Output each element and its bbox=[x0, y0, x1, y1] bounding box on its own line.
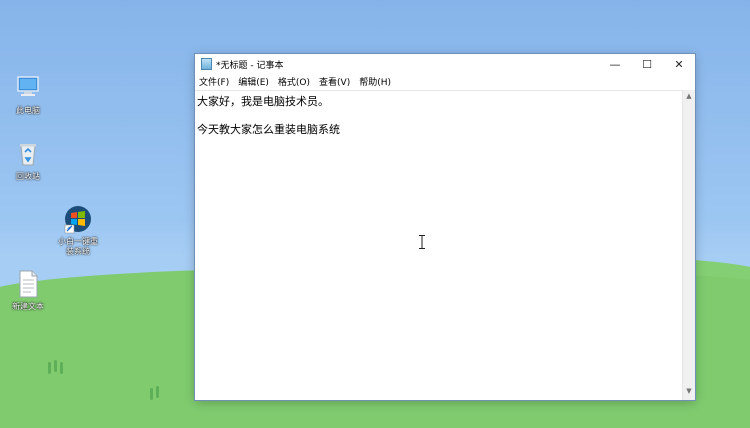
text-editor[interactable]: 大家好，我是电脑技术员。 今天教大家怎么重装电脑系统 bbox=[195, 90, 683, 401]
menu-help[interactable]: 帮助(H) bbox=[359, 75, 391, 88]
installer-icon bbox=[62, 203, 94, 235]
scroll-up-icon[interactable]: ▲ bbox=[683, 92, 695, 100]
desktop-icon-label: 小白一键重装系统 bbox=[58, 237, 98, 256]
text-line: 大家好，我是电脑技术员。 bbox=[197, 95, 329, 108]
close-button[interactable]: ✕ bbox=[663, 54, 695, 74]
notepad-icon bbox=[201, 58, 212, 70]
grass-tuft bbox=[150, 388, 153, 400]
notepad-window[interactable]: *无标题 - 记事本 — ☐ ✕ 文件(F) 编辑(E) 格式(O) 查看(V)… bbox=[195, 54, 695, 400]
title-bar[interactable]: *无标题 - 记事本 — ☐ ✕ bbox=[195, 54, 695, 74]
minimize-button[interactable]: — bbox=[599, 54, 631, 74]
recycle-bin-icon bbox=[12, 138, 44, 170]
text-cursor-icon bbox=[419, 235, 425, 249]
grass-tuft bbox=[60, 362, 63, 374]
grass-tuft bbox=[54, 360, 57, 372]
grass-tuft bbox=[48, 362, 51, 374]
menu-format[interactable]: 格式(O) bbox=[278, 75, 310, 88]
computer-icon bbox=[12, 72, 44, 104]
desktop-icon-label: 新建文本 bbox=[12, 302, 44, 311]
window-title: *无标题 - 记事本 bbox=[216, 60, 284, 71]
window-controls: — ☐ ✕ bbox=[599, 54, 695, 74]
menu-bar: 文件(F) 编辑(E) 格式(O) 查看(V) 帮助(H) bbox=[195, 74, 695, 89]
menu-file[interactable]: 文件(F) bbox=[199, 75, 229, 88]
desktop-icon-this-pc[interactable]: 此电脑 bbox=[0, 72, 56, 116]
grass-tuft bbox=[156, 386, 159, 398]
scroll-down-icon[interactable]: ▼ bbox=[683, 387, 695, 395]
desktop-icon-installer[interactable]: 小白一键重装系统 bbox=[50, 203, 106, 257]
menu-edit[interactable]: 编辑(E) bbox=[238, 75, 269, 88]
desktop-icon-recycle-bin[interactable]: 回收站 bbox=[0, 138, 56, 182]
menu-view[interactable]: 查看(V) bbox=[319, 75, 350, 88]
desktop-icon-new-text[interactable]: 新建文本 bbox=[0, 268, 56, 312]
maximize-button[interactable]: ☐ bbox=[631, 54, 663, 74]
text-file-icon bbox=[12, 268, 44, 300]
desktop-icon-label: 回收站 bbox=[16, 172, 40, 181]
text-line: 今天教大家怎么重装电脑系统 bbox=[197, 123, 340, 136]
desktop-icon-label: 此电脑 bbox=[16, 106, 40, 115]
vertical-scrollbar[interactable]: ▲ ▼ bbox=[682, 90, 695, 400]
